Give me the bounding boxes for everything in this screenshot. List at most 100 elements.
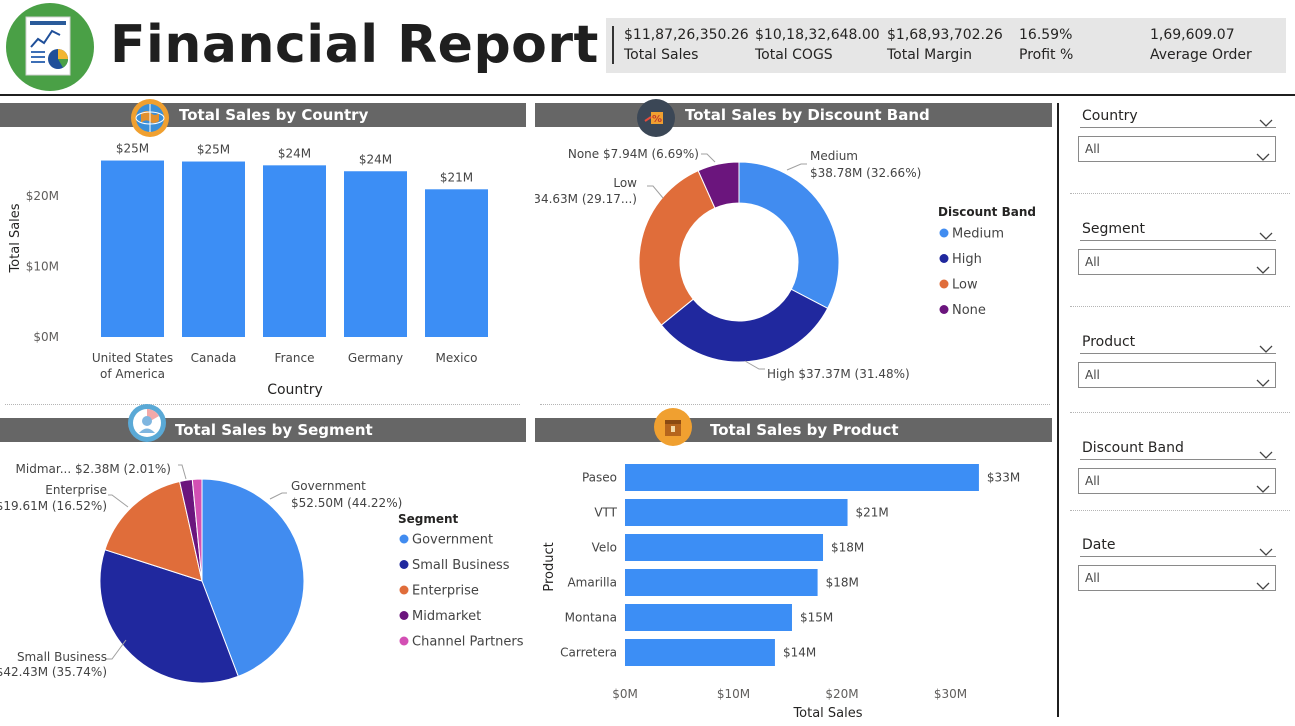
bar (625, 499, 848, 526)
report-title: Financial Report (110, 15, 599, 75)
slicer-dropdown-country[interactable]: All (1078, 136, 1276, 162)
panel-header-discount: Total Sales by Discount Band (535, 103, 1052, 127)
x-tick-label: $30M (934, 687, 967, 701)
x-tick-label: Canada (191, 351, 237, 365)
legend-item: High (952, 252, 982, 267)
slice-label: Medium (810, 149, 858, 163)
kpi-label: Profit % (1019, 47, 1074, 63)
slice-label: $34.63M (29.17...) (535, 192, 637, 206)
data-label: $33M (987, 471, 1020, 485)
legend-title: Discount Band (938, 205, 1036, 219)
slicer-title-date: Date (1082, 537, 1116, 553)
slicer-value: All (1085, 368, 1100, 382)
leader-line (108, 494, 129, 508)
panel-title: Total Sales by Country (179, 106, 369, 124)
slicer-title-discount-band: Discount Band (1082, 440, 1184, 456)
slicer-dropdown-discount-band[interactable]: All (1078, 468, 1276, 494)
slicer-divider (1057, 103, 1059, 717)
panel-title: Total Sales by Product (710, 421, 899, 439)
visual-border (540, 404, 1050, 405)
data-label: $24M (359, 152, 392, 166)
data-label: $25M (197, 143, 230, 157)
leader-line (647, 185, 664, 199)
chevron-down-icon[interactable] (1259, 338, 1273, 357)
slicer-underline (1080, 240, 1276, 241)
leader-line (786, 163, 807, 171)
legend-item: Channel Partners (412, 635, 524, 650)
x-tick-label: $0M (612, 687, 638, 701)
slice-label: Government (291, 479, 366, 493)
y-tick-label: Carretera (560, 646, 617, 660)
slicer-dropdown-date[interactable]: All (1078, 565, 1276, 591)
panel-header-segment: Total Sales by Segment (0, 418, 526, 442)
header-divider (0, 94, 1295, 96)
y-tick-label: Montana (565, 611, 617, 625)
legend-marker (939, 228, 949, 238)
slice-label: Enterprise (45, 483, 107, 497)
data-label: $21M (856, 506, 889, 520)
slicer-underline (1080, 353, 1276, 354)
slicer-dropdown-product[interactable]: All (1078, 362, 1276, 388)
x-tick-label: $10M (717, 687, 750, 701)
x-tick-label: $20M (825, 687, 858, 701)
kpi-total-cogs: $10,18,32,648.00 Total COGS (755, 25, 880, 65)
kpi-label: Total Margin (887, 47, 972, 63)
bar (101, 160, 164, 337)
donut-slice (638, 170, 716, 326)
chevron-down-icon (1256, 371, 1270, 395)
x-tick-label: France (275, 351, 315, 365)
chevron-down-icon[interactable] (1259, 225, 1273, 244)
kpi-label: Average Order (1150, 47, 1252, 63)
kpi-average-order: 1,69,609.07 Average Order (1150, 25, 1252, 65)
data-label: $14M (783, 646, 816, 660)
chevron-down-icon[interactable] (1259, 444, 1273, 463)
slice-label: $38.78M (32.66%) (810, 166, 921, 180)
visual-border (1070, 306, 1290, 307)
discount-donut-chart: Medium $38.78M (32.66%) High $37.37M (31.4… (535, 147, 1036, 381)
bar (625, 639, 775, 666)
kpi-value: $11,87,26,350.26 (624, 27, 749, 43)
data-label: $18M (826, 576, 859, 590)
visual-border (1070, 412, 1290, 413)
panel-header-country: Total Sales by Country (0, 103, 526, 127)
bar (263, 165, 326, 337)
y-tick-label: VTT (594, 506, 617, 520)
data-label: $21M (440, 170, 473, 184)
slice-label: None $7.94M (6.69%) (568, 147, 699, 161)
slice-label: Small Business (17, 650, 107, 664)
leader-line (744, 360, 765, 370)
slicer-value: All (1085, 255, 1100, 269)
bar (344, 171, 407, 337)
legend-marker (939, 279, 949, 289)
slicer-dropdown-segment[interactable]: All (1078, 249, 1276, 275)
panel-header-product: Total Sales by Product (535, 418, 1052, 442)
bar (425, 189, 488, 337)
kpi-value: $10,18,32,648.00 (755, 27, 880, 43)
slicer-value: All (1085, 571, 1100, 585)
x-tick-label: of America (100, 367, 165, 381)
data-label: $24M (278, 146, 311, 160)
legend-marker (939, 254, 949, 263)
svg-text:%: % (652, 114, 662, 125)
legend-marker (399, 534, 409, 544)
visual-border (1070, 510, 1290, 511)
slice-label: Low (613, 176, 637, 190)
chevron-down-icon[interactable] (1259, 541, 1273, 560)
slicer-title-segment: Segment (1082, 221, 1145, 237)
chevron-down-icon (1256, 477, 1270, 501)
chevron-down-icon (1256, 574, 1270, 598)
slicer-title-product: Product (1082, 334, 1136, 350)
x-axis-title: Total Sales (792, 706, 862, 721)
kpi-total-sales: $11,87,26,350.26 Total Sales (624, 25, 749, 65)
country-bar-chart: $0M $10M $20MTotal Sales $25M United States o… (8, 142, 488, 398)
panel-title: Total Sales by Segment (175, 421, 373, 439)
chevron-down-icon[interactable] (1259, 112, 1273, 131)
slice-label: $42.43M (35.74%) (0, 665, 107, 679)
slice-label: Midmar... $2.38M (2.01%) (16, 462, 171, 476)
x-axis-title: Country (267, 382, 323, 398)
chevron-down-icon (1256, 145, 1270, 169)
leader-line (178, 464, 187, 480)
slicer-underline (1080, 127, 1276, 128)
leader-line (269, 492, 287, 500)
kpi-label: Total COGS (755, 47, 833, 63)
